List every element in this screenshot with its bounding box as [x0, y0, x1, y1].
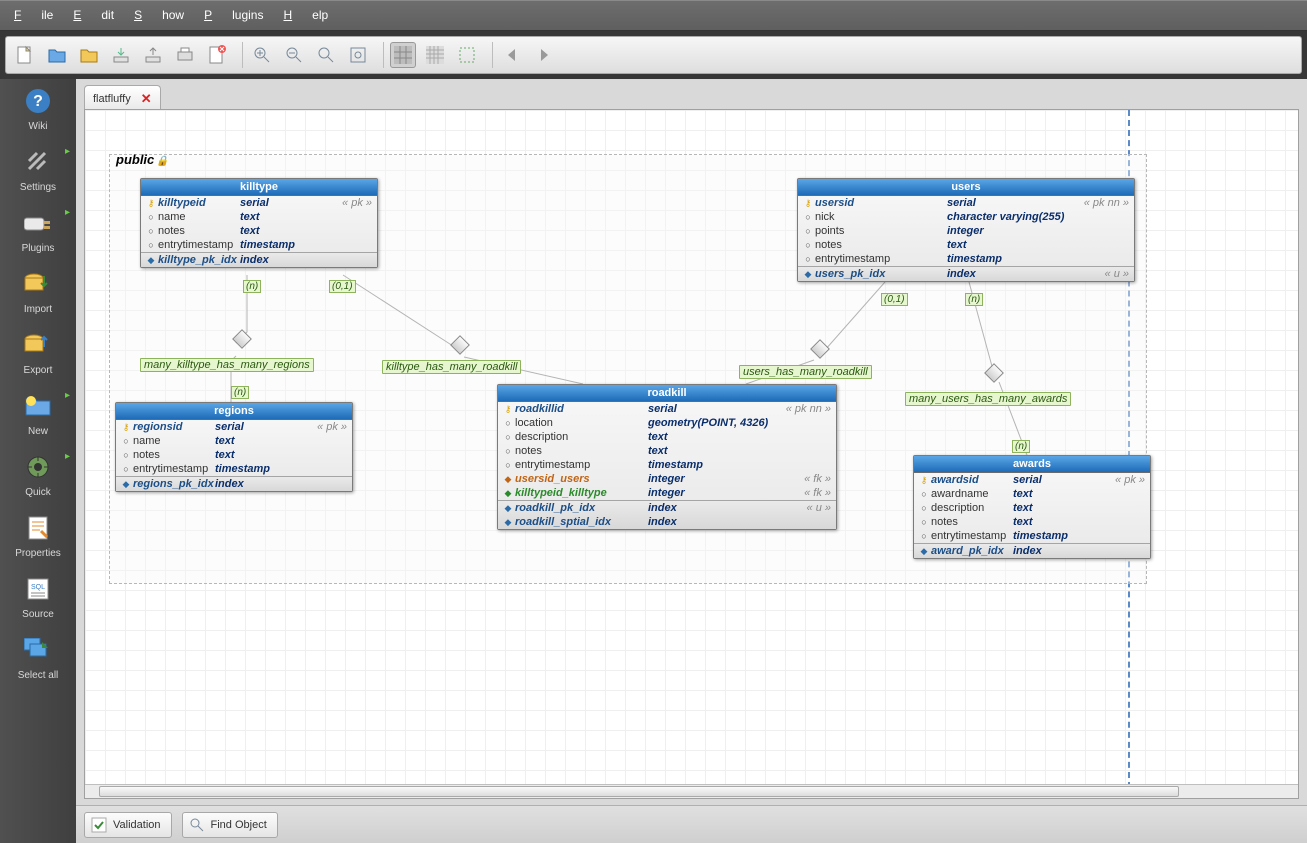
- card: (0,1): [881, 293, 908, 306]
- launcher-wiki[interactable]: ?Wiki: [8, 85, 68, 132]
- horizontal-scrollbar[interactable]: [85, 784, 1298, 798]
- launcher-properties[interactable]: Properties: [8, 512, 68, 559]
- grid-bounds-icon[interactable]: [454, 42, 480, 68]
- rel-killtype-regions[interactable]: many_killtype_has_many_regions: [140, 358, 314, 372]
- pk-icon: ⚷: [144, 196, 158, 210]
- svg-text:?: ?: [33, 93, 43, 110]
- bottom-bar: Validation Find Object: [76, 805, 1307, 843]
- nav-prev-icon[interactable]: [499, 42, 525, 68]
- entity-header[interactable]: users: [798, 179, 1134, 196]
- tab-flatfluffy[interactable]: flatfluffy ✕: [84, 85, 161, 109]
- menu-plugins[interactable]: Plugins: [204, 8, 263, 22]
- toolbar: [5, 36, 1302, 74]
- launcher-select-all[interactable]: Select all: [8, 634, 68, 681]
- launcher-settings[interactable]: ▸Settings: [8, 146, 68, 193]
- card: (n): [243, 280, 261, 293]
- pk-icon: ⚷: [119, 420, 133, 434]
- zoom-reset-icon[interactable]: [313, 42, 339, 68]
- find-object-button[interactable]: Find Object: [182, 812, 278, 838]
- new-file-icon[interactable]: [12, 42, 38, 68]
- index-icon: ◆: [801, 267, 815, 281]
- index-icon: ◆: [917, 544, 931, 558]
- document-close-icon[interactable]: [204, 42, 230, 68]
- grid-small-icon[interactable]: [422, 42, 448, 68]
- launcher-new[interactable]: ▸New: [8, 390, 68, 437]
- print-icon[interactable]: [172, 42, 198, 68]
- validation-icon: [91, 817, 107, 833]
- index-icon: ◆: [119, 477, 133, 491]
- open-folder-icon[interactable]: [44, 42, 70, 68]
- tab-strip: flatfluffy ✕: [76, 79, 1307, 109]
- entity-header[interactable]: regions: [116, 403, 352, 420]
- menu-help[interactable]: Help: [283, 8, 328, 22]
- entity-killtype[interactable]: killtype ⚷killtypeidserial« pk » ○namete…: [140, 178, 378, 268]
- entity-regions[interactable]: regions ⚷regionsidserial« pk » ○nametext…: [115, 402, 353, 492]
- entity-awards[interactable]: awards ⚷awardsidserial« pk » ○awardnamet…: [913, 455, 1151, 559]
- diagram-canvas[interactable]: public🔒 killtype ⚷killtypeidserial« pk »…: [85, 110, 1298, 798]
- rel-users-awards[interactable]: many_users_has_many_awards: [905, 392, 1071, 406]
- zoom-fit-icon[interactable]: [345, 42, 371, 68]
- svg-text:SQL: SQL: [31, 584, 45, 591]
- pk-icon: ⚷: [917, 473, 931, 487]
- validation-button[interactable]: Validation: [84, 812, 172, 838]
- tab-label: flatfluffy: [93, 93, 131, 105]
- launcher-export[interactable]: Export: [8, 329, 68, 376]
- schema-label: public🔒: [116, 152, 169, 167]
- launcher-quick[interactable]: ▸Quick: [8, 451, 68, 498]
- card: (n): [965, 293, 983, 306]
- index-icon: ◆: [501, 515, 515, 529]
- lock-icon: 🔒: [156, 156, 168, 167]
- search-icon: [189, 817, 205, 833]
- card: (0,1): [329, 280, 356, 293]
- menu-file[interactable]: File: [14, 8, 53, 22]
- entity-header[interactable]: roadkill: [498, 385, 836, 402]
- fk-icon: ◆: [501, 486, 515, 500]
- launcher-plugins[interactable]: ▸Plugins: [8, 207, 68, 254]
- grid-large-icon[interactable]: [390, 42, 416, 68]
- pk-icon: ⚷: [501, 402, 515, 416]
- menu-show[interactable]: Show: [134, 8, 184, 22]
- launcher-source[interactable]: SQLSource: [8, 573, 68, 620]
- launcher-sidebar: ?Wiki ▸Settings ▸Plugins Import Export ▸…: [0, 79, 76, 843]
- launcher-import[interactable]: Import: [8, 268, 68, 315]
- entity-header[interactable]: awards: [914, 456, 1150, 473]
- inbox-down-icon[interactable]: [108, 42, 134, 68]
- workspace: flatfluffy ✕ public🔒: [76, 79, 1307, 843]
- close-icon[interactable]: ✕: [141, 91, 152, 107]
- card: (n): [1012, 440, 1030, 453]
- rel-killtype-roadkill[interactable]: killtype_has_many_roadkill: [382, 360, 521, 374]
- inbox-up-icon[interactable]: [140, 42, 166, 68]
- menu-edit[interactable]: Edit: [73, 8, 114, 22]
- zoom-in-icon[interactable]: [249, 42, 275, 68]
- zoom-out-icon[interactable]: [281, 42, 307, 68]
- scroll-thumb[interactable]: [99, 786, 1179, 797]
- rel-users-roadkill[interactable]: users_has_many_roadkill: [739, 365, 872, 379]
- nav-next-icon[interactable]: [531, 42, 557, 68]
- fk-icon: ◆: [501, 472, 515, 486]
- card: (n): [231, 386, 249, 399]
- entity-roadkill[interactable]: roadkill ⚷roadkillidserial« pk nn » ○loc…: [497, 384, 837, 530]
- entity-users[interactable]: users ⚷usersidserial« pk nn » ○nickchara…: [797, 178, 1135, 282]
- canvas-viewport[interactable]: public🔒 killtype ⚷killtypeidserial« pk »…: [84, 109, 1299, 799]
- open-folder-alt-icon[interactable]: [76, 42, 102, 68]
- menu-bar: File Edit Show Plugins Help: [0, 0, 1307, 31]
- entity-header[interactable]: killtype: [141, 179, 377, 196]
- index-icon: ◆: [144, 253, 158, 267]
- pk-icon: ⚷: [801, 196, 815, 210]
- index-icon: ◆: [501, 501, 515, 515]
